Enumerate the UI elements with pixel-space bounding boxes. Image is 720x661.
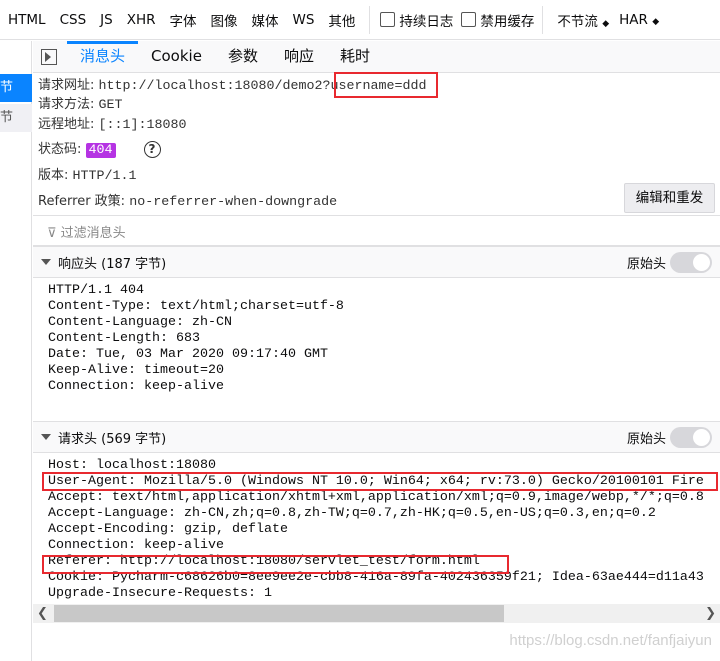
highlight-box xyxy=(42,555,509,574)
request-row-selected[interactable]: 节 xyxy=(0,74,32,102)
watermark: https://blog.csdn.net/fanfjaiyun xyxy=(509,632,712,649)
tab-response[interactable]: 响应 xyxy=(271,41,327,73)
header-line: Content-Length: 683 xyxy=(48,331,200,346)
persist-log-checkbox[interactable]: 持续日志 xyxy=(380,10,453,30)
response-headers-raw: HTTP/1.1 404 Content-Type: text/html;char… xyxy=(48,283,344,395)
scroll-right-icon[interactable]: ❯ xyxy=(705,604,716,623)
header-line: Accept-Encoding: gzip, deflate xyxy=(48,522,288,537)
raw-headers-toggle[interactable] xyxy=(670,252,712,273)
status-row: 状态码: 404? xyxy=(38,138,161,158)
referrer-policy-row: Referrer 政策: no-referrer-when-downgrade xyxy=(38,194,338,210)
divider xyxy=(542,5,544,34)
checkbox-icon xyxy=(380,12,396,27)
header-line: Date: Tue, 03 Mar 2020 09:17:40 GMT xyxy=(48,347,328,362)
scrollbar-thumb[interactable] xyxy=(54,605,504,622)
header-line: Content-Type: text/html;charset=utf-8 xyxy=(48,299,344,314)
response-headers-section[interactable]: 响应头 (187 字节) 原始头 xyxy=(33,246,720,278)
status-badge: 404 xyxy=(85,143,116,158)
filter-html[interactable]: HTML xyxy=(8,12,46,28)
divider xyxy=(369,5,371,34)
updown-icon: ◆ xyxy=(652,16,660,27)
request-row[interactable]: 节 xyxy=(0,104,32,132)
remote-address-row: 远程地址: [::1]:18080 xyxy=(38,117,187,133)
tab-params[interactable]: 参数 xyxy=(215,41,271,73)
header-line: Connection: keep-alive xyxy=(48,379,224,394)
help-icon[interactable]: ? xyxy=(143,141,161,158)
tab-cookies[interactable]: Cookie xyxy=(138,41,215,73)
tab-timings[interactable]: 耗时 xyxy=(327,41,383,73)
filter-js[interactable]: JS xyxy=(100,12,113,28)
checkbox-icon xyxy=(461,12,477,27)
network-toolbar: HTML CSS JS XHR 字体 图像 媒体 WS 其他 持续日志 禁用缓存… xyxy=(0,0,720,40)
request-method-row: 请求方法: GET xyxy=(38,97,123,113)
toggle-panel-icon[interactable] xyxy=(41,48,57,65)
edit-resend-button[interactable]: 编辑和重发 xyxy=(624,183,715,213)
request-list: 节 节 xyxy=(0,41,32,661)
filter-ws[interactable]: WS xyxy=(293,12,315,28)
filter-xhr[interactable]: XHR xyxy=(127,12,156,28)
filter-headers-input[interactable]: ⊽ 过滤消息头 xyxy=(33,215,720,246)
disable-cache-checkbox[interactable]: 禁用缓存 xyxy=(461,10,534,30)
throttle-select[interactable]: 不节流 ◆ xyxy=(557,10,609,30)
filter-other[interactable]: 其他 xyxy=(328,10,355,30)
header-line: Upgrade-Insecure-Requests: 1 xyxy=(48,586,272,601)
request-url: http://localhost:18080/demo2? xyxy=(98,79,331,94)
filter-icon: ⊽ xyxy=(47,226,57,241)
header-line: Accept: text/html,application/xhtml+xml,… xyxy=(48,490,704,505)
header-line: Content-Language: zh-CN xyxy=(48,315,232,330)
highlight-box xyxy=(42,472,718,491)
request-headers-section[interactable]: 请求头 (569 字节) 原始头 xyxy=(33,421,720,453)
collapse-triangle-icon xyxy=(41,259,51,265)
header-line: Keep-Alive: timeout=20 xyxy=(48,363,224,378)
tab-headers[interactable]: 消息头 xyxy=(67,40,139,73)
version-row: 版本: HTTP/1.1 xyxy=(38,168,137,184)
header-line: Accept-Language: zh-CN,zh;q=0.8,zh-TW;q=… xyxy=(48,506,656,521)
filter-media[interactable]: 媒体 xyxy=(252,10,279,30)
raw-headers-toggle[interactable] xyxy=(670,427,712,448)
scroll-left-icon[interactable]: ❮ xyxy=(37,604,48,623)
details-tabs: 消息头 Cookie 参数 响应 耗时 xyxy=(33,40,720,73)
highlight-box xyxy=(334,72,438,98)
filter-fonts[interactable]: 字体 xyxy=(170,10,197,30)
horizontal-scrollbar[interactable]: ❮ ❯ xyxy=(33,604,720,623)
collapse-triangle-icon xyxy=(41,434,51,440)
filter-images[interactable]: 图像 xyxy=(211,10,238,30)
har-menu[interactable]: HAR ◆ xyxy=(619,12,659,28)
filter-css[interactable]: CSS xyxy=(60,12,87,28)
header-line: Connection: keep-alive xyxy=(48,538,224,553)
updown-icon: ◆ xyxy=(602,18,610,29)
header-line: HTTP/1.1 404 xyxy=(48,283,144,298)
